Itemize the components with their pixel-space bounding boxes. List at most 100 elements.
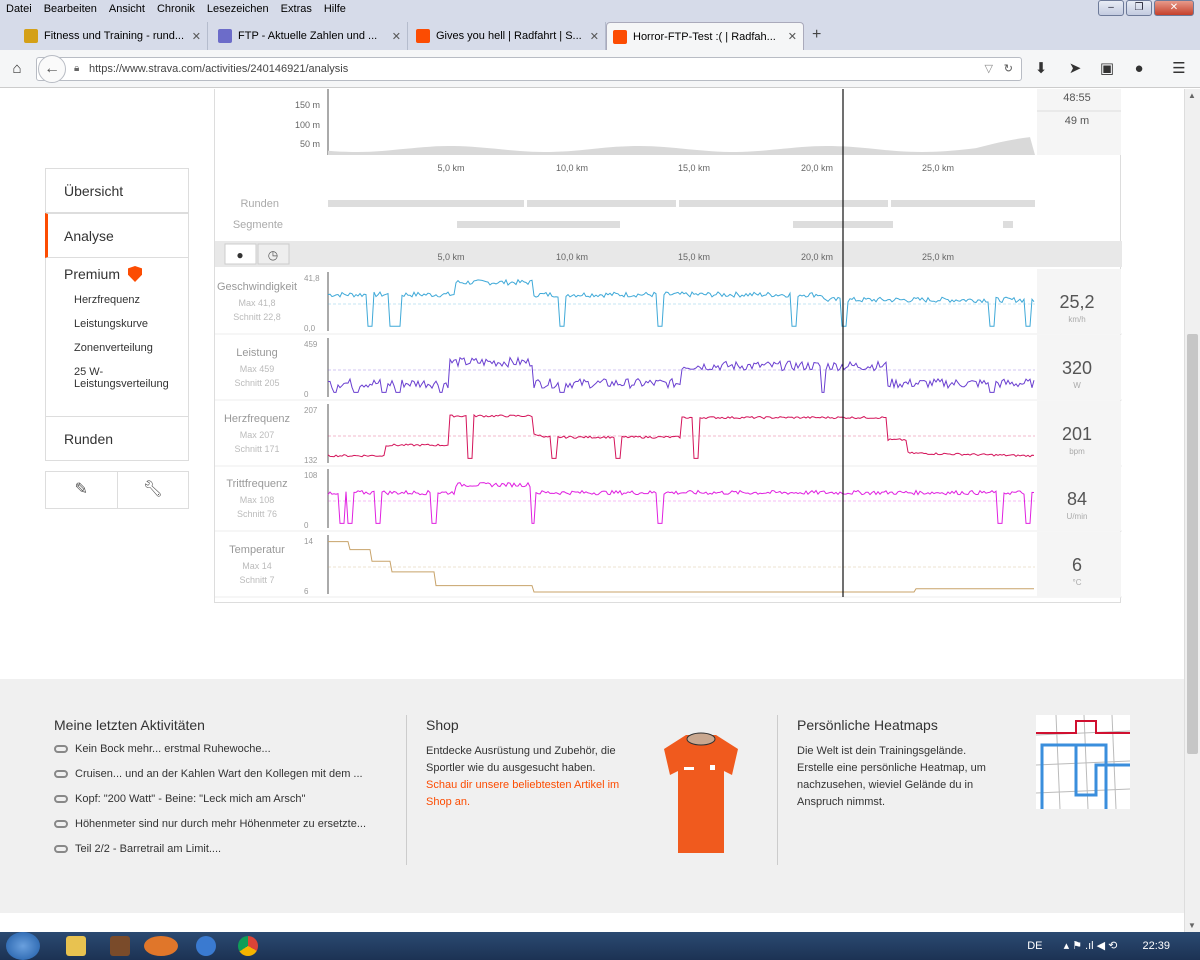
stream-max: Max 459 [240,364,275,374]
activity-link[interactable]: Teil 2/2 - Barretrail am Limit.... [54,843,394,855]
activity-link[interactable]: Kopf: "200 Watt" - Beine: "Leck mich am … [54,793,394,805]
restore-icon[interactable]: ❐ [1126,0,1152,16]
elevation-tick-label: 100 m [295,120,320,130]
media-icon[interactable] [110,936,130,956]
tab-fitness[interactable]: Fitness und Training - rund... ✕ [18,22,208,50]
scroll-down-icon[interactable]: ▼ [1188,921,1196,930]
stream-line [327,413,1035,459]
menu-bearbeiten[interactable]: Bearbeiten [44,3,97,15]
scrollbar-thumb[interactable] [1187,334,1198,754]
nav-power-distribution[interactable]: 25 W-Leistungsverteilung [74,366,194,390]
home-icon[interactable]: ⌂ [8,60,26,78]
heatmap-image[interactable] [1036,715,1130,809]
stream-average: Schnitt 171 [234,444,279,454]
menu-bar: Datei Bearbeiten Ansicht Chronik Lesezei… [0,0,1200,18]
firefox-icon[interactable] [144,936,178,956]
distance-tick-label: 5,0 km [437,252,464,262]
close-tab-icon[interactable]: ✕ [392,30,401,43]
wrench-icon[interactable]: 🔧︎ [118,472,189,508]
tab-label: Gives you hell | Radfahrt | S... [436,30,582,42]
chat-icon[interactable]: ● [1130,60,1148,78]
nav-heart-rate[interactable]: Herzfrequenz [74,294,188,306]
close-tab-icon[interactable]: ✕ [788,30,797,43]
shop-text: Entdecke Ausrüstung und Zubehör, die Spo… [426,745,616,774]
close-tab-icon[interactable]: ✕ [192,30,201,43]
page-scrollbar[interactable]: ▲ ▼ [1184,89,1200,932]
menu-icon[interactable]: ☰ [1170,60,1188,78]
premium-section: Premium Herzfrequenz Leistungskurve Zone… [45,258,189,416]
activity-title: Kopf: "200 Watt" - Beine: "Leck mich am … [75,793,306,805]
stream-average: Schnitt 76 [237,509,277,519]
tool-buttons: ✎ 🔧︎ [45,471,189,509]
elevation-side-value: 49 m [1065,115,1089,127]
app-icon[interactable] [196,936,216,956]
stream-axis-bottom: 6 [304,587,309,596]
explorer-icon[interactable] [66,936,86,956]
segment-bar [457,221,620,228]
site-icon [24,29,38,43]
activity-link[interactable]: Kein Bock mehr... erstmal Ruhewoche... [54,743,394,755]
tab-ftp[interactable]: FTP - Aktuelle Zahlen und ... ✕ [212,22,408,50]
close-icon[interactable]: ✕ [1154,0,1194,16]
menu-ansicht[interactable]: Ansicht [109,3,145,15]
stream-name: Herzfrequenz [224,413,290,425]
menu-chronik[interactable]: Chronik [157,3,195,15]
clock[interactable]: 22:39 [1142,940,1170,952]
language-indicator[interactable]: DE [1027,940,1042,952]
url-field[interactable]: https://www.strava.com/activities/240146… [36,57,1022,81]
jersey-image[interactable] [662,731,740,857]
new-tab-icon[interactable]: + [812,26,821,44]
bike-icon [54,795,68,803]
url-text: https://www.strava.com/activities/240146… [89,63,349,75]
window-controls: – ❐ ✕ [1098,0,1194,16]
tab-horror-ftp[interactable]: Horror-FTP-Test :( | Radfah... ✕ [606,22,804,50]
screenshot-icon[interactable]: ▣ [1098,60,1116,78]
close-tab-icon[interactable]: ✕ [590,30,599,43]
nav-zone-distribution[interactable]: Zonenverteilung [74,342,188,354]
reload-icon[interactable]: ↻ [1004,58,1013,80]
chrome-icon[interactable] [238,936,258,956]
tab-label: FTP - Aktuelle Zahlen und ... [238,30,378,42]
stream-axis-top: 459 [304,340,318,349]
heatmap-text: Erstelle eine persönliche Heatmap, um na… [797,762,986,808]
activity-title: Cruisen... und an der Kahlen Wart den Ko… [75,768,363,780]
menu-extras[interactable]: Extras [281,3,312,15]
scroll-up-icon[interactable]: ▲ [1188,91,1196,100]
stream-current-value: 320 [1062,358,1092,378]
nav-power-curve[interactable]: Leistungskurve [74,318,188,330]
back-button[interactable]: ← [38,55,66,83]
lap-bar [527,200,676,207]
map-pin-icon: ● [236,248,243,262]
nav-premium[interactable]: Premium [64,266,120,282]
taskbar: DE ▴ ⚑ .ıl ◀ ⟲ 22:39 [0,932,1200,960]
shop-link[interactable]: Schau dir unsere beliebtesten Artikel im… [426,777,636,811]
menu-lesezeichen[interactable]: Lesezeichen [207,3,269,15]
stream-unit: bpm [1069,447,1085,456]
menu-hilfe[interactable]: Hilfe [324,3,346,15]
activity-link[interactable]: Cruisen... und an der Kahlen Wart den Ko… [54,768,394,780]
edit-pencil-icon[interactable]: ✎ [46,472,118,508]
clock-icon: ◷ [268,248,279,262]
dropdown-icon[interactable]: ▽ [985,58,993,80]
stream-current-value: 201 [1062,424,1092,444]
recent-activities-title: Meine letzten Aktivitäten [54,717,205,733]
nav-analysis[interactable]: Analyse [45,213,189,258]
system-tray: DE ▴ ⚑ .ıl ◀ ⟲ 22:39 [1027,939,1170,952]
divider [777,715,778,865]
menu-datei[interactable]: Datei [6,3,32,15]
start-button[interactable] [6,932,40,960]
tab-gives-you-hell[interactable]: Gives you hell | Radfahrt | S... ✕ [410,22,606,50]
send-icon[interactable]: ➤ [1066,60,1084,78]
stream-line [327,481,1035,524]
navigation-bar: ⌂ https://www.strava.com/activities/2401… [0,50,1200,88]
nav-laps[interactable]: Runden [45,416,189,461]
tray-icons[interactable]: ▴ ⚑ .ıl ◀ ⟲ [1064,940,1118,952]
strava-icon [613,29,627,44]
download-icon[interactable]: ⬇ [1032,60,1050,78]
analysis-chart-panel: 150 m 100 m 50 m 48:55 49 m 5,0 km 10,0 km 15,0… [214,89,1122,603]
nav-overview[interactable]: Übersicht [45,168,189,213]
minimize-icon[interactable]: – [1098,0,1124,16]
analysis-chart[interactable]: 150 m 100 m 50 m 48:55 49 m 5,0 km 10,0 km 15,0… [215,89,1122,603]
recent-activities: Meine letzten Aktivitäten Kein Bock mehr… [54,717,394,868]
activity-link[interactable]: Höhenmeter sind nur durch mehr Höhenmete… [54,818,394,830]
